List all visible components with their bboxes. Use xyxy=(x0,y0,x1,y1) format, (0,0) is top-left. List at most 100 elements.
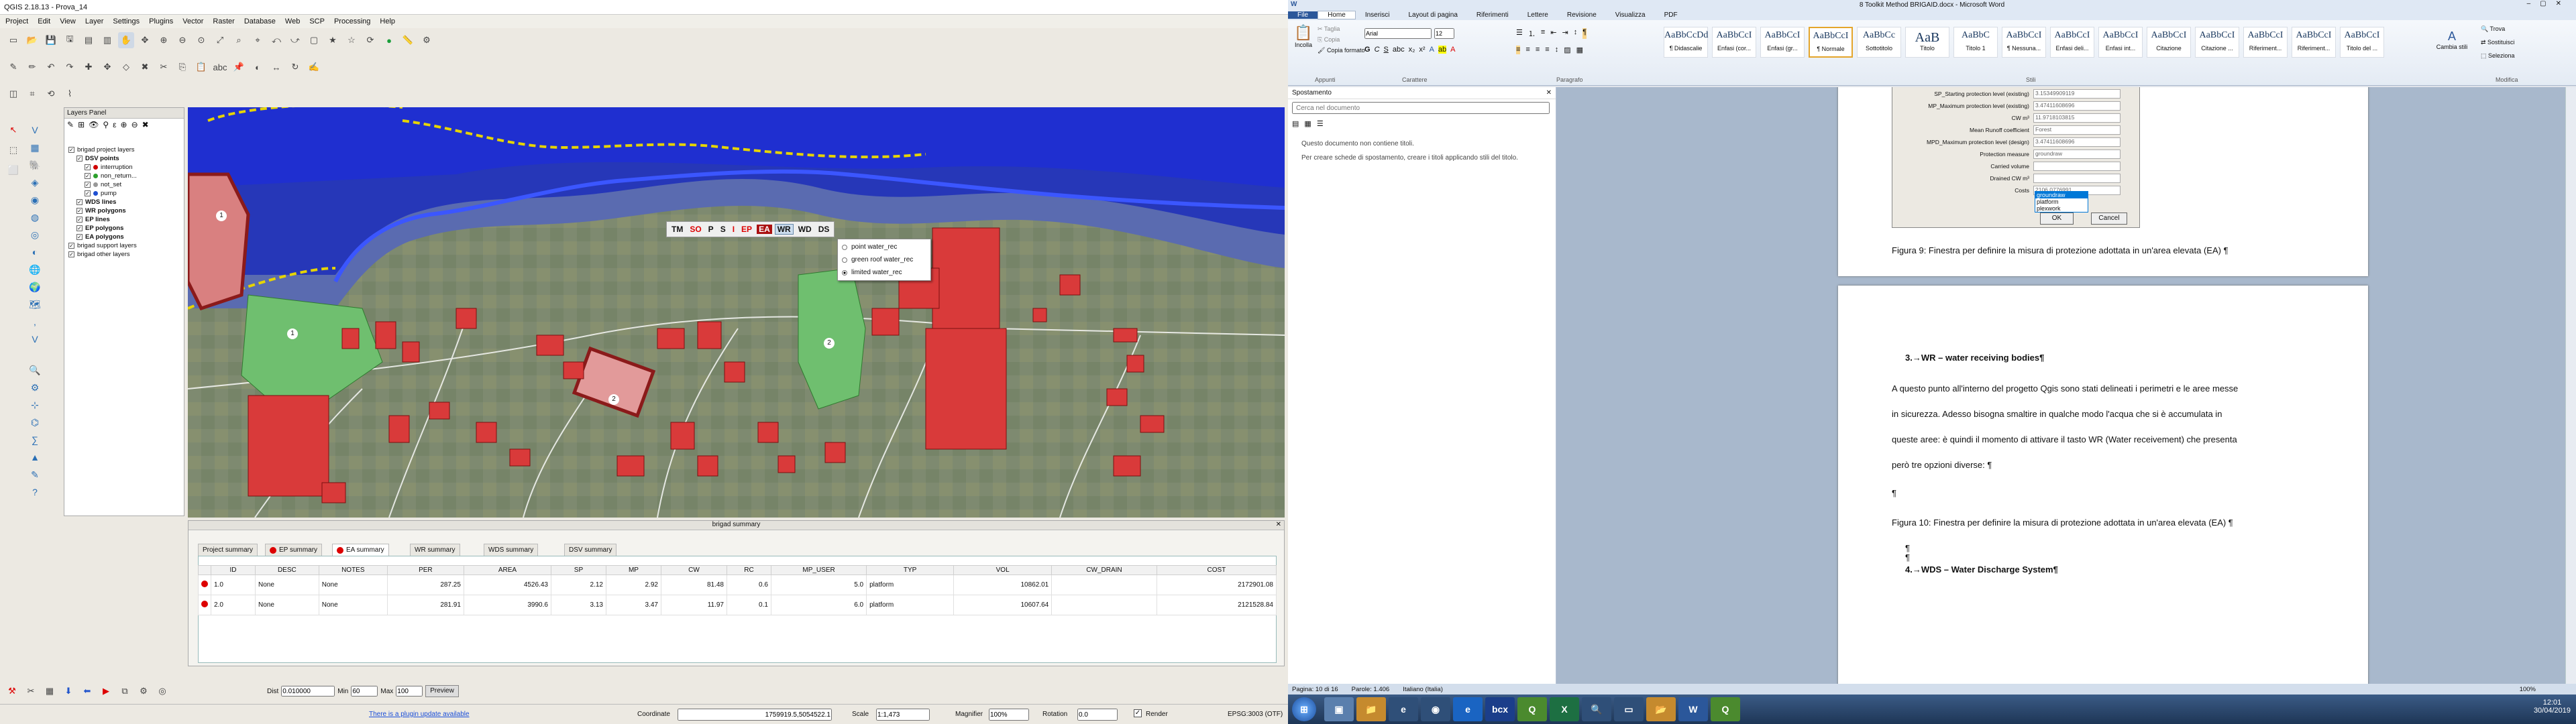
add-group-icon[interactable]: ⊞ xyxy=(78,120,85,129)
plugin-icon[interactable]: ⚙ xyxy=(419,32,435,48)
table-cell[interactable]: 0.6 xyxy=(726,575,771,595)
menu-vector[interactable]: Vector xyxy=(182,17,203,25)
add-wfs-icon[interactable]: 🗺 xyxy=(27,296,43,312)
tab-layout[interactable]: Layout di pagina xyxy=(1399,11,1467,19)
tab-mailings[interactable]: Lettere xyxy=(1518,11,1558,19)
table-cell[interactable]: 2.0 xyxy=(211,595,256,615)
column-header[interactable]: CW_DRAIN xyxy=(1051,565,1157,575)
style-item[interactable]: AaBbC Titolo 1 xyxy=(1953,27,1998,58)
bookmark-icon[interactable]: ★ xyxy=(325,32,341,48)
scale-field[interactable] xyxy=(876,709,930,721)
add-mssql-icon[interactable]: ◉ xyxy=(27,192,43,208)
word-count[interactable]: Parole: 1.406 xyxy=(1352,686,1390,693)
move-feature-icon[interactable]: ✥ xyxy=(99,59,115,75)
measure-icon[interactable]: 📏 xyxy=(400,32,416,48)
tab-project-summary[interactable]: Project summary xyxy=(198,544,258,556)
layer-item[interactable]: ✓ EP polygons xyxy=(64,224,185,233)
menu-plugins[interactable]: Plugins xyxy=(149,17,173,25)
dist-input[interactable] xyxy=(281,686,335,697)
add-raster-icon[interactable]: ▦ xyxy=(27,139,43,156)
style-item[interactable]: AaB Titolo xyxy=(1905,27,1949,58)
vertex-tool-icon[interactable]: ↖ xyxy=(5,122,21,138)
underline-icon[interactable]: S xyxy=(1384,46,1389,54)
dialog-field-value[interactable]: groundraw xyxy=(2033,149,2121,159)
document-area[interactable]: SP_Starting protection level (existing) 3… xyxy=(1556,87,2576,684)
settings-icon[interactable]: ⚙ xyxy=(136,683,152,699)
add-db2-icon[interactable]: ◍ xyxy=(27,209,43,225)
tab-wr-summary[interactable]: WR summary xyxy=(410,544,460,556)
column-header[interactable]: ID xyxy=(211,565,256,575)
vertical-scrollbar[interactable] xyxy=(2565,87,2576,684)
option-plexwork[interactable]: plexwork xyxy=(2035,205,2088,212)
table-cell[interactable]: 2.92 xyxy=(605,575,661,595)
add-wms-icon[interactable]: 🌐 xyxy=(27,261,43,278)
save-as-icon[interactable]: 🖫 xyxy=(62,32,78,48)
map-canvas[interactable]: 1 1 2 2 TM SO P S I EP EA WR WD DS point… xyxy=(188,107,1285,518)
plugin-update-link[interactable]: There is a plugin update available xyxy=(369,711,470,718)
coordinate-field[interactable] xyxy=(678,709,832,721)
node-tool-icon[interactable]: ◇ xyxy=(118,59,134,75)
ruler-icon[interactable]: ⚒ xyxy=(4,683,20,699)
open-project-icon[interactable]: 📂 xyxy=(24,32,40,48)
manage-visibility-icon[interactable]: 👁 xyxy=(89,120,99,129)
layer-item[interactable]: ✓ WR polygons xyxy=(64,206,185,215)
paste-features-icon[interactable]: 📋 xyxy=(193,59,209,75)
column-header[interactable]: PER xyxy=(386,565,464,575)
layer-checkbox-icon[interactable]: ✓ xyxy=(76,234,83,240)
scissors-icon[interactable]: ✂ xyxy=(23,683,39,699)
ds-button[interactable]: DS xyxy=(816,225,832,234)
replace-button[interactable]: ⇄ Sostituisci xyxy=(2481,39,2515,46)
table-cell[interactable]: 281.91 xyxy=(386,595,464,615)
target-icon[interactable]: ◎ xyxy=(154,683,170,699)
layer-checkbox-icon[interactable]: ✓ xyxy=(85,164,91,170)
dialog-field-value[interactable]: 11.9718103815 xyxy=(2033,113,2121,123)
headings-view-icon[interactable]: ▤ xyxy=(1292,119,1299,128)
column-header[interactable]: AREA xyxy=(463,565,551,575)
layer-checkbox-icon[interactable]: ✓ xyxy=(85,182,91,188)
rotate-label-icon[interactable]: ↻ xyxy=(287,59,303,75)
taskbar-qgis-icon[interactable]: Q xyxy=(1517,697,1547,721)
table-cell[interactable] xyxy=(1051,595,1157,615)
render-checkbox[interactable]: ✓ xyxy=(1134,709,1142,717)
table-cell[interactable]: platform xyxy=(866,595,955,615)
remove-layer-icon[interactable]: ✖ xyxy=(142,120,149,129)
bold-icon[interactable]: G xyxy=(1364,46,1371,54)
show-marks-icon[interactable]: ¶ xyxy=(1582,28,1587,39)
taskbar-excel-icon[interactable]: X xyxy=(1550,697,1579,721)
dialog-field-value[interactable]: 3.15349909119 xyxy=(2033,89,2121,99)
style-item[interactable]: AaBbCcI Enfasi deli... xyxy=(2050,27,2094,58)
taskbar-app-1[interactable]: ▣ xyxy=(1324,697,1354,721)
add-spatialite-icon[interactable]: ◈ xyxy=(27,174,43,190)
increase-indent-icon[interactable]: ⇥ xyxy=(1562,28,1568,39)
layer-item[interactable]: ✓ pump xyxy=(64,189,185,198)
table-cell[interactable]: 2121528.84 xyxy=(1156,595,1277,615)
layer-item[interactable]: ✓ brigad project layers xyxy=(64,145,185,154)
taskbar-ie-icon[interactable]: e xyxy=(1389,697,1418,721)
table-cell[interactable]: 0.1 xyxy=(726,595,771,615)
column-header[interactable]: SP xyxy=(550,565,606,575)
layer-item[interactable]: ✓ not_set xyxy=(64,180,185,189)
label-icon[interactable]: abc xyxy=(212,59,228,75)
table-row[interactable]: 1.0 None None 287.25 4526.43 2.12 2.92 81.48 0.6… xyxy=(198,575,1277,595)
menu-scp[interactable]: SCP xyxy=(309,17,325,25)
table-cell[interactable]: 6.0 xyxy=(770,595,867,615)
filter-expression-icon[interactable]: ε xyxy=(113,120,116,129)
show-bookmarks-icon[interactable]: ☆ xyxy=(343,32,360,48)
menu-settings[interactable]: Settings xyxy=(113,17,140,25)
so-button[interactable]: SO xyxy=(688,225,703,234)
zoom-out-icon[interactable]: ⊖ xyxy=(174,32,191,48)
zoom-selection-icon[interactable]: ⌕ xyxy=(231,32,247,48)
taskbar-folder-icon[interactable]: ▭ xyxy=(1614,697,1644,721)
style-item[interactable]: AaBbCc Sottotitolo xyxy=(1857,27,1901,58)
print-composer-icon[interactable]: ▤ xyxy=(80,32,97,48)
menu-view[interactable]: View xyxy=(60,17,76,25)
search-icon[interactable]: 🔍 xyxy=(27,362,43,378)
add-oracle-icon[interactable]: ◎ xyxy=(27,227,43,243)
tab-view[interactable]: Visualizza xyxy=(1606,11,1655,19)
tm-button[interactable]: TM xyxy=(669,225,685,234)
pan-icon[interactable]: ✋ xyxy=(118,32,134,48)
tab-dsv-summary[interactable]: DSV summary xyxy=(564,544,617,556)
ep-button[interactable]: EP xyxy=(739,225,754,234)
taskbar-qgis2-icon[interactable]: Q xyxy=(1711,697,1740,721)
rotation-field[interactable] xyxy=(1077,709,1118,721)
